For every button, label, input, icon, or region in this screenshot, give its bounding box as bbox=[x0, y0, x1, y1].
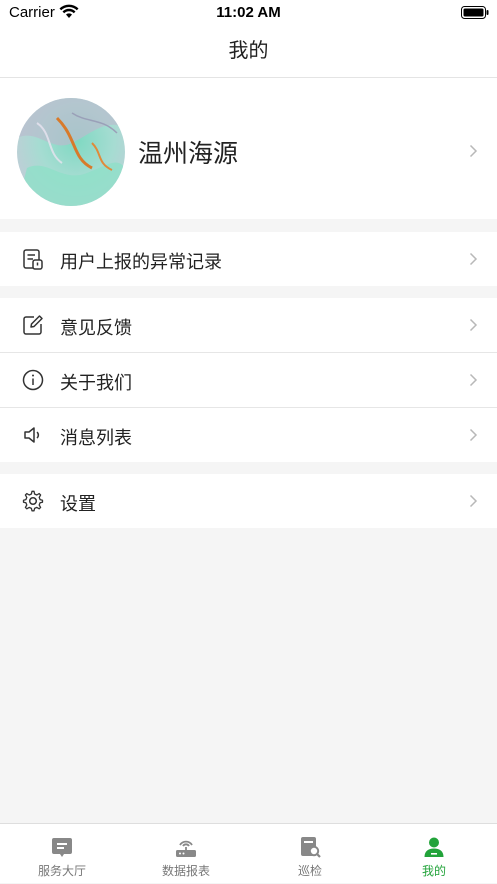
battery-icon bbox=[461, 6, 489, 19]
chevron-right-icon bbox=[469, 318, 478, 332]
service-hall-icon bbox=[52, 838, 72, 857]
report-record-icon bbox=[23, 249, 43, 270]
tab-data-report[interactable]: 数据报表 bbox=[124, 824, 248, 884]
tab-label: 服务大厅 bbox=[37, 864, 86, 878]
data-report-icon bbox=[176, 840, 196, 857]
tab-inspection[interactable]: 巡检 bbox=[248, 824, 372, 884]
inspection-icon bbox=[301, 837, 321, 858]
menu-item-abnormal-records[interactable]: 用户上报的异常记录 bbox=[0, 232, 497, 286]
status-bar: Carrier 11:02 AM bbox=[0, 0, 497, 26]
avatar-image bbox=[17, 98, 125, 206]
chevron-right-icon bbox=[469, 252, 478, 266]
menu-item-settings[interactable]: 设置 bbox=[0, 474, 497, 528]
navigation-bar: 我的 bbox=[0, 26, 497, 78]
tab-service-hall[interactable]: 服务大厅 bbox=[0, 824, 124, 884]
chevron-right-icon bbox=[469, 428, 478, 442]
chevron-right-icon bbox=[469, 373, 478, 387]
gear-icon bbox=[22, 490, 44, 512]
tab-profile[interactable]: 我的 bbox=[372, 824, 496, 884]
menu-item-label: 设置 bbox=[60, 494, 96, 514]
menu-item-label: 意见反馈 bbox=[60, 318, 132, 338]
tab-label: 巡检 bbox=[297, 864, 322, 878]
speaker-icon bbox=[24, 427, 40, 443]
menu-item-label: 关于我们 bbox=[60, 373, 132, 393]
profile-name: 温州海源 bbox=[138, 140, 239, 168]
chevron-right-icon bbox=[469, 144, 478, 158]
menu-item-feedback[interactable]: 意见反馈 bbox=[0, 298, 497, 352]
menu-item-label: 消息列表 bbox=[60, 428, 132, 448]
tab-bar: 服务大厅 数据报表 巡检 我的 bbox=[0, 823, 497, 883]
clock: 11:02 AM bbox=[216, 4, 281, 21]
info-icon bbox=[22, 369, 44, 391]
avatar[interactable] bbox=[17, 98, 125, 206]
page-title: 我的 bbox=[228, 40, 269, 62]
menu-item-messages[interactable]: 消息列表 bbox=[0, 408, 497, 462]
menu-item-label: 用户上报的异常记录 bbox=[60, 252, 222, 272]
menu-item-about[interactable]: 关于我们 bbox=[0, 353, 497, 407]
tab-label: 数据报表 bbox=[161, 864, 210, 878]
profile-person-icon bbox=[424, 837, 444, 857]
tab-label: 我的 bbox=[421, 864, 446, 878]
profile-card[interactable]: 温州海源 bbox=[0, 78, 497, 219]
edit-icon bbox=[23, 315, 43, 335]
chevron-right-icon bbox=[469, 494, 478, 508]
